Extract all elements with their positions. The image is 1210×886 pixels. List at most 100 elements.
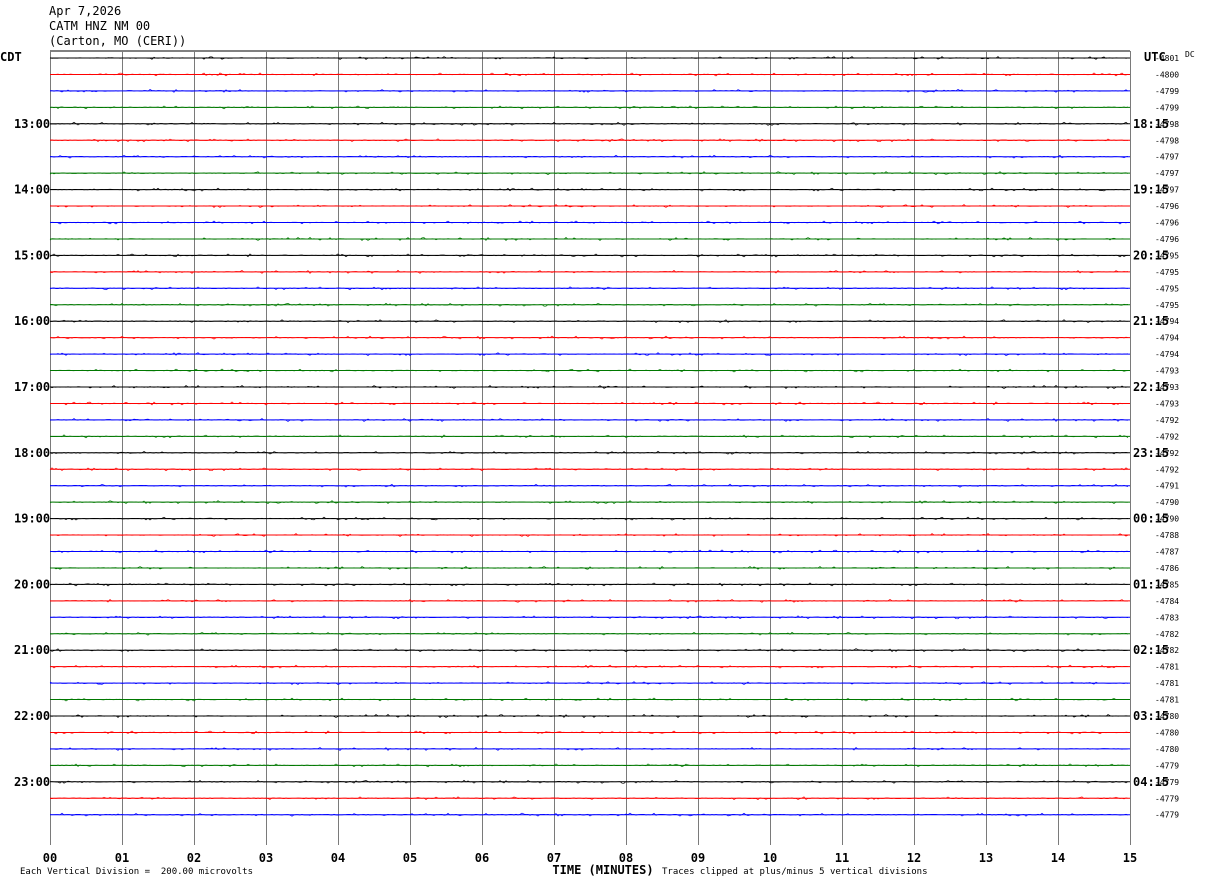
- dc-offset-label: -4781: [1155, 679, 1179, 688]
- x-tick-label: 14: [1051, 851, 1065, 865]
- x-tick-label: 00: [43, 851, 57, 865]
- right-time-label: 01:15: [1133, 577, 1169, 591]
- trace-waveform: [49, 434, 1129, 439]
- trace-waveform: [49, 171, 1129, 176]
- trace-waveform: [49, 500, 1128, 505]
- x-tick-label: 13: [979, 851, 993, 865]
- dc-offset-label: -4779: [1155, 811, 1179, 820]
- trace-waveform: [49, 335, 1129, 340]
- right-time-label: 03:15: [1133, 709, 1169, 723]
- trace-waveform: [49, 154, 1129, 159]
- dc-offset-label: -4797: [1155, 153, 1179, 162]
- trace-waveform: [49, 220, 1129, 225]
- x-axis-title: TIME (MINUTES): [552, 863, 653, 877]
- dc-offset-label: -4792: [1155, 465, 1179, 474]
- x-tick-label: 06: [475, 851, 489, 865]
- dc-offset-label: -4800: [1155, 70, 1179, 79]
- left-timezone-label: CDT: [0, 50, 22, 64]
- dc-offset-label: -4795: [1155, 301, 1179, 310]
- right-time-label: 21:15: [1133, 314, 1169, 328]
- trace-waveform: [49, 187, 1129, 192]
- right-timezone-label: UTC: [1144, 50, 1166, 64]
- trace-waveform: [49, 779, 1129, 784]
- x-tick-label: 11: [835, 851, 849, 865]
- trace-waveform: [49, 237, 1129, 241]
- left-time-label: 20:00: [14, 577, 50, 591]
- dc-offset-label: -4788: [1155, 531, 1179, 540]
- trace-waveform: [49, 121, 1129, 126]
- trace-waveform: [49, 664, 1129, 669]
- clip-note: Traces clipped at plus/minus 5 vertical …: [662, 867, 928, 877]
- dc-offset-label: -4792: [1155, 432, 1179, 441]
- dc-offset-label: -4791: [1155, 482, 1179, 491]
- dc-offset-label: -4799: [1155, 103, 1179, 112]
- right-time-label: 18:15: [1133, 117, 1169, 131]
- trace-waveform: [49, 401, 1129, 406]
- trace-waveform: [49, 450, 1129, 455]
- dc-offset-label: -4794: [1155, 350, 1179, 359]
- right-time-label: 23:15: [1133, 446, 1169, 460]
- trace-waveform: [49, 138, 1129, 143]
- dc-offset-label: -4798: [1155, 136, 1179, 145]
- x-tick-label: 15: [1123, 851, 1137, 865]
- seismogram-plot: -4801-4800-4799-4799-4798-4798-4797-4797…: [0, 50, 1195, 877]
- dc-offset-label: -4786: [1155, 564, 1179, 573]
- left-time-label: 18:00: [14, 446, 50, 460]
- left-time-label: 21:00: [14, 643, 50, 657]
- left-time-label: 22:00: [14, 709, 50, 723]
- dc-offset-label: -4794: [1155, 334, 1179, 343]
- trace-waveform: [49, 269, 1129, 274]
- x-tick-label: 10: [763, 851, 777, 865]
- trace-waveform: [49, 418, 1129, 422]
- dc-offset-label: -4781: [1155, 696, 1179, 705]
- trace-waveform: [49, 385, 1129, 389]
- dc-header-label: DC: [1185, 50, 1195, 59]
- trace-waveform: [49, 763, 1129, 768]
- dc-offset-label: -4793: [1155, 399, 1179, 408]
- trace-waveform: [49, 286, 1129, 291]
- left-time-label: 16:00: [14, 314, 50, 328]
- dc-offset-label: -4799: [1155, 87, 1179, 96]
- left-time-label: 19:00: [14, 512, 50, 526]
- trace-waveform: [49, 714, 1129, 718]
- right-time-label: 00:15: [1133, 512, 1169, 526]
- scale-note: Each Vertical Division = 200.00 microvol…: [20, 867, 253, 877]
- dc-offset-label: -4779: [1155, 794, 1179, 803]
- dc-offset-label: -4796: [1155, 202, 1179, 211]
- right-time-label: 04:15: [1133, 775, 1169, 789]
- right-time-label: 22:15: [1133, 380, 1169, 394]
- dc-offset-label: -4796: [1155, 219, 1179, 228]
- trace-waveform: [49, 648, 1129, 653]
- dc-offset-label: -4783: [1155, 613, 1179, 622]
- dc-offset-label: -4795: [1155, 268, 1179, 277]
- dc-offset-label: -4790: [1155, 498, 1179, 507]
- dc-offset-label: -4782: [1155, 630, 1179, 639]
- dc-offset-label: -4787: [1155, 548, 1179, 557]
- dc-offset-label: -4795: [1155, 284, 1179, 293]
- left-time-label: 23:00: [14, 775, 50, 789]
- dc-offset-label: -4780: [1155, 745, 1179, 754]
- left-time-label: 17:00: [14, 380, 50, 394]
- dc-offset-label: -4780: [1155, 728, 1179, 737]
- trace-waveform: [49, 566, 1129, 570]
- trace-waveform: [50, 483, 1129, 488]
- dc-offset-label: -4796: [1155, 235, 1179, 244]
- x-tick-label: 01: [115, 851, 129, 865]
- x-tick-label: 04: [331, 851, 345, 865]
- trace-waveform: [50, 615, 1129, 620]
- right-time-label: 02:15: [1133, 643, 1169, 657]
- dc-offset-label: -4793: [1155, 367, 1179, 376]
- x-tick-label: 09: [691, 851, 705, 865]
- x-tick-label: 03: [259, 851, 273, 865]
- trace-waveform: [49, 598, 1128, 603]
- left-time-label: 15:00: [14, 248, 50, 262]
- dc-offset-label: -4784: [1155, 597, 1179, 606]
- dc-offset-label: -4781: [1155, 663, 1179, 672]
- x-tick-label: 05: [403, 851, 417, 865]
- dc-offset-label: -4792: [1155, 416, 1179, 425]
- trace-waveform: [49, 549, 1128, 554]
- x-tick-label: 02: [187, 851, 201, 865]
- trace-waveform: [50, 319, 1128, 324]
- dc-offset-label: -4779: [1155, 761, 1179, 770]
- x-tick-label: 12: [907, 851, 921, 865]
